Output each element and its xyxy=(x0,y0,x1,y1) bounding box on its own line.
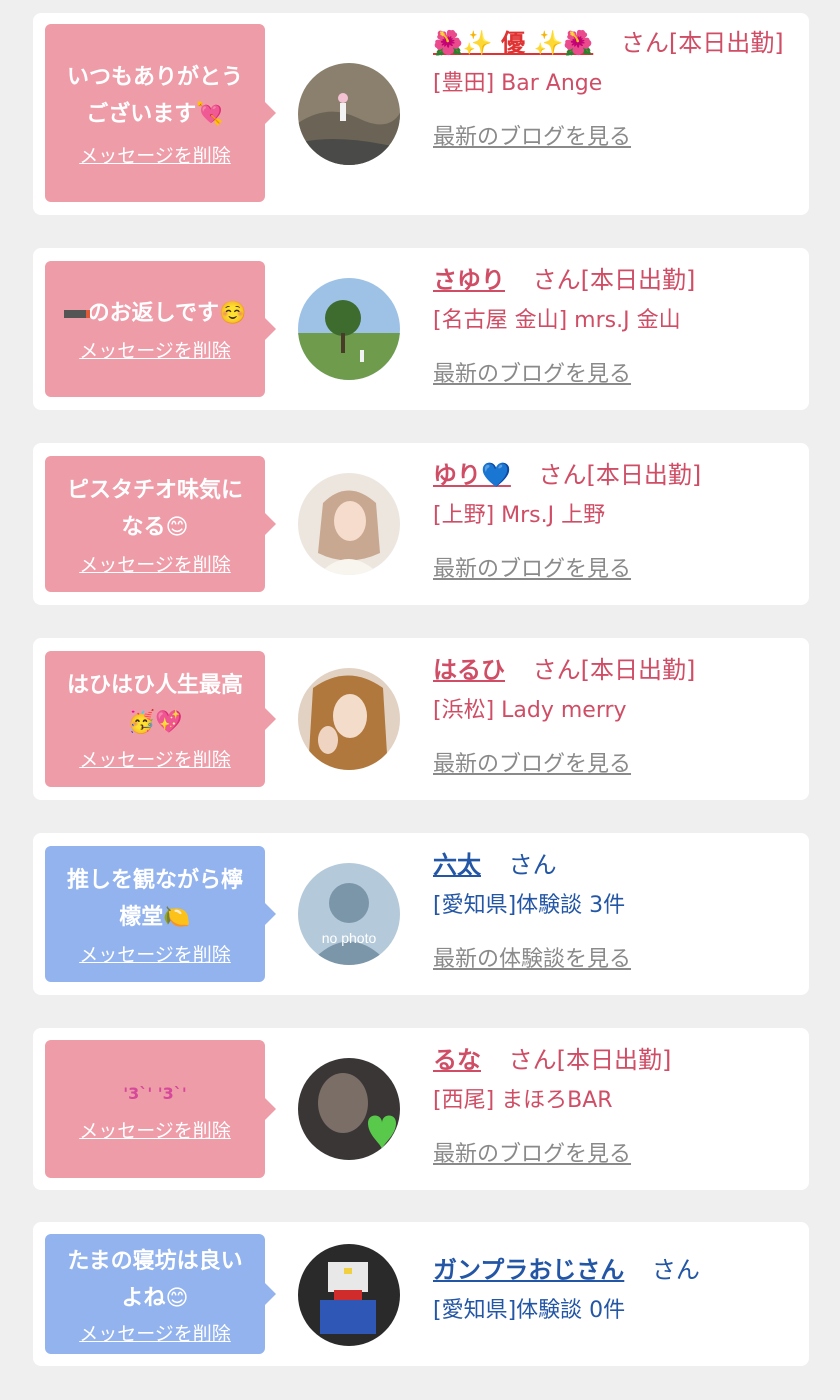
latest-blog-link[interactable]: 最新のブログを見る xyxy=(433,356,631,388)
location-text: [愛知県]体験談 3件 xyxy=(433,893,626,918)
avatar[interactable] xyxy=(298,473,400,575)
user-name-link[interactable]: ガンプラおじさん xyxy=(433,1256,624,1284)
honorific: さん xyxy=(508,1046,557,1074)
delete-message-link[interactable]: メッセージを削除 xyxy=(79,336,231,363)
delete-message-link[interactable]: メッセージを削除 xyxy=(79,1319,231,1346)
status-text: [本日出勤] xyxy=(580,656,696,684)
name-line: はるひ さん[本日出勤] xyxy=(433,650,793,690)
message-card: '3`' '3`' メッセージを削除 るな さん[本日出勤] [西尾] まほろB… xyxy=(33,1028,809,1190)
name-line: 六太 さん xyxy=(433,845,793,885)
user-info: ゆり💙 さん[本日出勤] [上野] Mrs.J 上野 最新のブログを見る xyxy=(433,455,793,583)
latest-blog-link[interactable]: 最新のブログを見る xyxy=(433,551,631,583)
message-bubble: たまの寝坊は良いよね😊 メッセージを削除 xyxy=(45,1234,276,1354)
avatar[interactable] xyxy=(298,278,400,380)
status-text: [本日出勤] xyxy=(580,266,696,294)
user-name-link[interactable]: るな xyxy=(433,1046,481,1074)
honorific: さん xyxy=(651,1256,700,1284)
avatar[interactable] xyxy=(298,668,400,770)
user-name-link[interactable]: ゆり💙 xyxy=(433,461,511,489)
message-card: 推しを観ながら檸檬堂🍋 メッセージを削除 no photo 六太 さん [愛知県… xyxy=(33,833,809,995)
latest-blog-link[interactable]: 最新のブログを見る xyxy=(433,746,631,778)
location-text: [上野] Mrs.J 上野 xyxy=(433,503,606,528)
message-text: はひはひ人生最高🥳💖 xyxy=(66,672,243,735)
user-info: さゆり さん[本日出勤] [名古屋 金山] mrs.J 金山 最新のブログを見る xyxy=(433,260,793,388)
delete-message-link[interactable]: メッセージを削除 xyxy=(79,550,231,577)
user-name-link[interactable]: 🌺✨ 優 ✨🌺 xyxy=(433,29,593,57)
honorific: さん xyxy=(532,656,581,684)
avatar[interactable] xyxy=(298,1244,400,1346)
location-text: [豊田] Bar Ange xyxy=(433,71,603,96)
delete-message-link[interactable]: メッセージを削除 xyxy=(79,1116,231,1143)
user-info: はるひ さん[本日出勤] [浜松] Lady merry 最新のブログを見る xyxy=(433,650,793,778)
avatar[interactable] xyxy=(298,1058,400,1160)
message-text: ピスタチオ味気になる😊 xyxy=(66,477,243,540)
name-line: 🌺✨ 優 ✨🌺 さん[本日出勤] xyxy=(433,23,793,63)
location-text: [愛知県]体験談 0件 xyxy=(433,1298,626,1323)
message-card: はひはひ人生最高🥳💖 メッセージを削除 はるひ さん[本日出勤] [浜松] La… xyxy=(33,638,809,800)
message-bubble: いつもありがとうございます💘 メッセージを削除 xyxy=(45,24,276,202)
message-bubble: はひはひ人生最高🥳💖 メッセージを削除 xyxy=(45,651,276,787)
latest-blog-link[interactable]: 最新のブログを見る xyxy=(433,119,631,151)
user-name-link[interactable]: さゆり xyxy=(433,266,505,294)
name-line: ガンプラおじさん さん xyxy=(433,1250,793,1290)
honorific: さん xyxy=(538,461,587,489)
cigarette-icon xyxy=(63,310,90,318)
no-photo-text: no photo xyxy=(322,930,377,946)
message-text: たまの寝坊は良いよね😊 xyxy=(67,1248,243,1311)
user-name-link[interactable]: 六太 xyxy=(433,851,481,879)
location-text: [浜松] Lady merry xyxy=(433,698,627,723)
delete-message-link[interactable]: メッセージを削除 xyxy=(79,940,231,967)
message-card: たまの寝坊は良いよね😊 メッセージを削除 ガンプラおじさん さん [愛知県]体験… xyxy=(33,1222,809,1366)
user-info: るな さん[本日出勤] [西尾] まほろBAR 最新のブログを見る xyxy=(433,1040,793,1168)
message-bubble: '3`' '3`' メッセージを削除 xyxy=(45,1040,276,1178)
message-card: ピスタチオ味気になる😊 メッセージを削除 ゆり💙 さん[本日出勤] [上野] M… xyxy=(33,443,809,605)
avatar[interactable] xyxy=(298,63,400,165)
message-bubble: のお返しです☺️ メッセージを削除 xyxy=(45,261,276,397)
honorific: さん xyxy=(532,266,581,294)
delete-message-link[interactable]: メッセージを削除 xyxy=(79,141,231,168)
name-line: るな さん[本日出勤] xyxy=(433,1040,793,1080)
message-card: のお返しです☺️ メッセージを削除 さゆり さん[本日出勤] [名古屋 金山] … xyxy=(33,248,809,410)
location-text: [名古屋 金山] mrs.J 金山 xyxy=(433,308,681,333)
message-text: いつもありがとうございます💘 xyxy=(66,64,243,127)
message-text: のお返しです☺️ xyxy=(57,295,253,332)
honorific: さん xyxy=(620,29,669,57)
name-line: さゆり さん[本日出勤] xyxy=(433,260,793,300)
user-info: 🌺✨ 優 ✨🌺 さん[本日出勤] [豊田] Bar Ange 最新のブログを見る xyxy=(433,23,793,151)
latest-blog-link[interactable]: 最新のブログを見る xyxy=(433,1136,631,1168)
user-info: ガンプラおじさん さん [愛知県]体験談 0件 xyxy=(433,1250,793,1328)
delete-message-link[interactable]: メッセージを削除 xyxy=(79,745,231,772)
message-text: 推しを観ながら檸檬堂🍋 xyxy=(66,867,243,930)
message-bubble: ピスタチオ味気になる😊 メッセージを削除 xyxy=(45,456,276,592)
location-text: [西尾] まほろBAR xyxy=(433,1088,613,1113)
user-info: 六太 さん [愛知県]体験談 3件 最新の体験談を見る xyxy=(433,845,793,973)
status-text: [本日出勤] xyxy=(556,1046,672,1074)
latest-review-link[interactable]: 最新の体験談を見る xyxy=(433,941,631,973)
message-bubble: 推しを観ながら檸檬堂🍋 メッセージを削除 xyxy=(45,846,276,982)
status-text: [本日出勤] xyxy=(668,29,784,57)
user-name-link[interactable]: はるひ xyxy=(433,656,505,684)
honorific: さん xyxy=(508,851,557,879)
status-text: [本日出勤] xyxy=(586,461,702,489)
avatar[interactable]: no photo xyxy=(298,863,400,965)
message-text: '3`' '3`' xyxy=(123,1084,187,1103)
name-line: ゆり💙 さん[本日出勤] xyxy=(433,455,793,495)
message-card: いつもありがとうございます💘 メッセージを削除 🌺✨ 優 ✨🌺 さん[本日出勤]… xyxy=(33,13,809,215)
